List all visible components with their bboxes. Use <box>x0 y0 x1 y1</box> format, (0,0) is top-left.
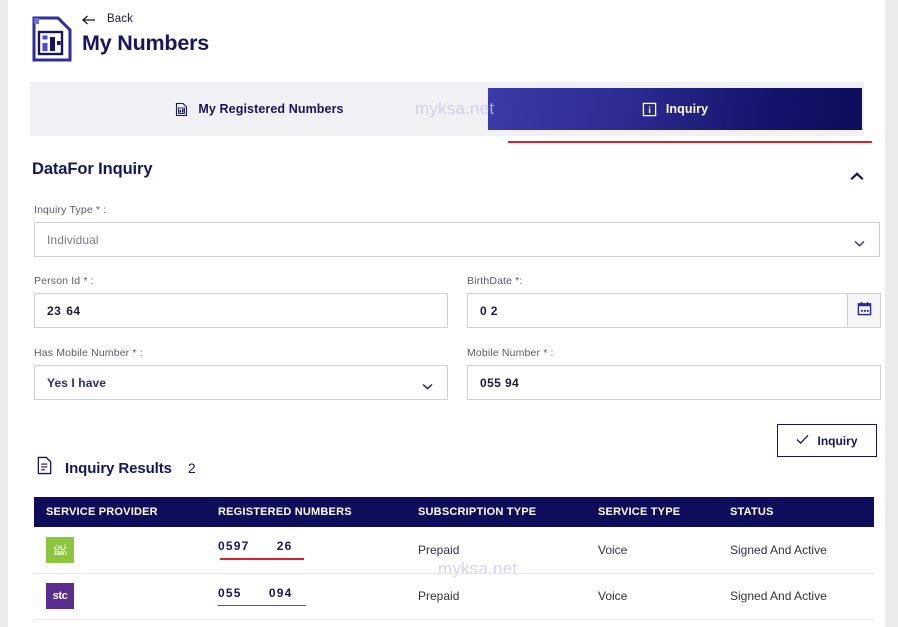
tab-bar: My Registered Numbers Inquiry <box>30 82 864 136</box>
chevron-down-icon <box>854 236 865 247</box>
column-header-service-provider: SERVICE PROVIDER <box>34 497 218 527</box>
results-header: Inquiry Results 2 <box>36 456 196 480</box>
back-label: Back <box>107 13 133 25</box>
back-button[interactable]: Back <box>82 13 133 25</box>
results-table: SERVICE PROVIDER REGISTERED NUMBERS SUBS… <box>34 497 874 620</box>
cell-subscription-type: Prepaid <box>418 573 598 620</box>
cell-service-provider: stc <box>34 573 218 620</box>
inquiry-submit-button[interactable]: Inquiry <box>777 424 877 457</box>
calendar-picker-button[interactable] <box>848 293 881 328</box>
table-row: stc 055 094 Prepaid Voice Signed And Act… <box>34 573 874 620</box>
cell-service-provider: زين zain <box>34 527 218 574</box>
has-mobile-label: Has Mobile Number * : <box>34 347 143 359</box>
tab-label: Inquiry <box>665 102 709 116</box>
registered-number: 0597 26 <box>218 539 293 554</box>
inquiry-type-label: Inquiry Type * : <box>34 204 107 216</box>
mobile-number-field[interactable]: 055 94 <box>467 365 881 400</box>
cell-status: Signed And Active <box>730 573 874 620</box>
tab-my-registered-numbers[interactable]: My Registered Numbers <box>30 82 488 136</box>
check-icon <box>796 434 810 448</box>
cell-service-type: Voice <box>598 573 730 620</box>
table-header-row: SERVICE PROVIDER REGISTERED NUMBERS SUBS… <box>34 497 874 527</box>
chevron-down-icon <box>422 379 433 390</box>
tab-label: My Registered Numbers <box>198 102 344 116</box>
person-id-field[interactable]: 23 64 <box>34 293 448 328</box>
zain-logo-arabic: زين <box>53 541 67 551</box>
document-list-icon <box>174 102 189 117</box>
chevron-up-icon[interactable] <box>849 168 865 181</box>
document-chart-icon <box>30 16 74 62</box>
page-header: Back My Numbers <box>8 0 885 82</box>
table-row: زين zain 0597 26 Prepaid Voice Signed An… <box>34 527 874 574</box>
has-mobile-select[interactable]: Yes I have <box>34 365 448 400</box>
cell-service-type: Voice <box>598 527 730 574</box>
stc-logo-text: stc <box>52 589 68 602</box>
inquiry-type-value: Individual <box>47 232 99 247</box>
results-title: Inquiry Results <box>65 459 172 477</box>
document-icon <box>36 456 53 480</box>
cell-registered-number: 055 094 <box>218 573 418 620</box>
page-root: Back My Numbers My Registered Numbers In… <box>8 0 885 627</box>
birth-date-field[interactable]: 0 2 <box>467 293 848 328</box>
arrow-left-icon <box>82 13 98 25</box>
mobile-number-label: Mobile Number * : <box>467 347 554 359</box>
birth-date-value: 0 2 <box>480 303 498 318</box>
has-mobile-value: Yes I have <box>47 375 107 390</box>
birth-date-label: BirthDate *: <box>467 275 523 287</box>
tab-inquiry[interactable]: Inquiry <box>488 88 862 130</box>
info-square-icon <box>642 102 657 117</box>
stc-logo: stc <box>46 583 74 609</box>
registered-number: 055 094 <box>218 585 293 600</box>
cell-subscription-type: Prepaid <box>418 527 598 574</box>
zain-logo-latin: zain <box>53 550 67 558</box>
number-underline <box>220 558 304 561</box>
inquiry-button-label: Inquiry <box>817 433 858 448</box>
calendar-icon <box>857 301 872 321</box>
cell-registered-number: 0597 26 <box>218 527 418 574</box>
person-id-label: Person Id * : <box>34 275 94 287</box>
column-header-registered-numbers: REGISTERED NUMBERS <box>218 497 418 527</box>
mobile-number-value: 055 94 <box>480 375 520 390</box>
column-header-service-type: SERVICE TYPE <box>598 497 730 527</box>
person-id-value: 23 64 <box>47 303 81 318</box>
zain-logo: زين zain <box>46 536 74 563</box>
column-header-subscription-type: SUBSCRIPTION TYPE <box>418 497 598 527</box>
number-underline <box>218 604 306 607</box>
section-header: DataFor Inquiry <box>8 160 885 196</box>
cell-status: Signed And Active <box>730 527 874 574</box>
inquiry-type-select[interactable]: Individual <box>34 222 880 257</box>
column-header-status: STATUS <box>730 497 874 527</box>
section-title: DataFor Inquiry <box>32 160 153 178</box>
results-count: 2 <box>187 460 196 476</box>
active-tab-underline <box>508 141 872 143</box>
page-title: My Numbers <box>82 31 210 55</box>
